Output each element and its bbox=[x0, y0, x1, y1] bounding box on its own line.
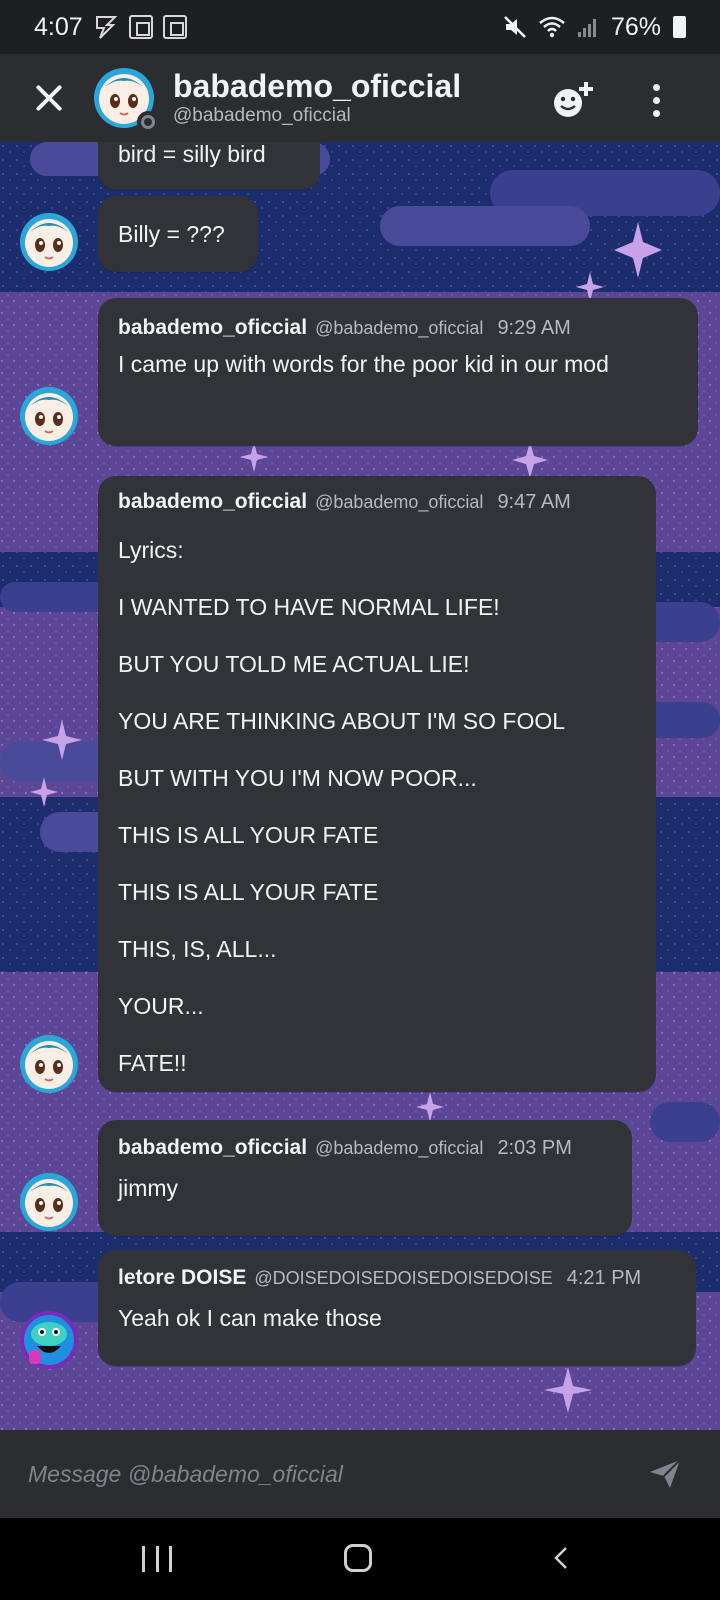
back-icon[interactable] bbox=[550, 1546, 574, 1570]
message-input[interactable]: Message @babademo_oficcial bbox=[28, 1461, 588, 1488]
message-list[interactable]: bird = silly bird Billy = ??? babademo_o… bbox=[0, 142, 720, 1430]
message-author[interactable]: babademo_oficcial bbox=[118, 316, 307, 340]
recent-apps-icon[interactable] bbox=[142, 1546, 172, 1572]
message-handle: @babademo_oficcial bbox=[315, 492, 484, 512]
message-timestamp: 9:29 AM bbox=[497, 317, 571, 339]
gallery-notification-icon bbox=[162, 15, 187, 39]
status-bar: 4:07 76% bbox=[0, 0, 720, 54]
battery-percent: 76% bbox=[610, 12, 661, 41]
lyric-line: THIS IS ALL YOUR FATE bbox=[118, 822, 379, 848]
message-text: I came up with words for the poor kid in… bbox=[118, 351, 609, 377]
battery-icon bbox=[673, 16, 686, 38]
lyric-line: Lyrics: bbox=[118, 537, 184, 563]
message-handle: @babademo_oficcial bbox=[315, 318, 484, 338]
message-bubble[interactable]: bird = silly bird bbox=[98, 142, 320, 190]
lyric-line: THIS IS ALL YOUR FATE bbox=[118, 879, 379, 905]
message-timestamp: 2:03 PM bbox=[497, 1137, 572, 1159]
avatar[interactable] bbox=[19, 1034, 79, 1094]
message-author[interactable]: babademo_oficcial bbox=[118, 490, 307, 514]
lyric-line: BUT WITH YOU I'M NOW POOR... bbox=[118, 765, 477, 791]
header-avatar[interactable] bbox=[93, 67, 159, 133]
avatar[interactable] bbox=[19, 212, 79, 272]
add-friend-icon[interactable] bbox=[548, 74, 598, 124]
lyric-line: FATE!! bbox=[118, 1050, 187, 1076]
status-time: 4:07 bbox=[34, 12, 83, 41]
wifi-icon bbox=[539, 16, 565, 38]
dm-handle: @babademo_oficcial bbox=[173, 105, 351, 126]
home-icon[interactable] bbox=[344, 1544, 372, 1572]
lyric-line: YOUR... bbox=[118, 993, 204, 1019]
more-vertical-icon[interactable] bbox=[636, 74, 676, 126]
send-icon[interactable] bbox=[646, 1454, 684, 1492]
message-bubble[interactable]: letore DOISE @DOISEDOISEDOISEDOISEDOISE … bbox=[98, 1250, 696, 1366]
message-handle: @babademo_oficcial bbox=[315, 1138, 484, 1158]
message-text: Billy = ??? bbox=[118, 221, 225, 247]
lyric-line: BUT YOU TOLD ME ACTUAL LIE! bbox=[118, 651, 470, 677]
presence-status-icon bbox=[137, 111, 159, 133]
message-author[interactable]: letore DOISE bbox=[118, 1266, 246, 1290]
message-bubble[interactable]: babademo_oficcial @babademo_oficcial 9:2… bbox=[98, 298, 698, 446]
lyric-line: THIS, IS, ALL... bbox=[118, 936, 277, 962]
charging-bolt-icon bbox=[95, 16, 118, 39]
message-composer: Message @babademo_oficcial bbox=[0, 1430, 720, 1518]
message-bubble[interactable]: babademo_oficcial @babademo_oficcial 2:0… bbox=[98, 1120, 632, 1236]
dm-username: babademo_oficcial bbox=[173, 68, 462, 104]
lyric-line: YOU ARE THINKING ABOUT I'M SO FOOL bbox=[118, 708, 566, 734]
message-timestamp: 9:47 AM bbox=[497, 491, 571, 513]
message-bubble[interactable]: Billy = ??? bbox=[98, 196, 258, 272]
avatar[interactable] bbox=[19, 386, 79, 446]
gallery-notification-icon bbox=[128, 15, 153, 39]
message-handle: @DOISEDOISEDOISEDOISEDOISE bbox=[254, 1268, 553, 1288]
avatar[interactable] bbox=[19, 1310, 79, 1370]
message-text: bird = silly bird bbox=[118, 142, 266, 167]
mute-icon bbox=[504, 16, 526, 38]
message-text: jimmy bbox=[118, 1175, 179, 1201]
close-icon[interactable] bbox=[25, 74, 73, 122]
signal-icon bbox=[577, 19, 596, 37]
message-timestamp: 4:21 PM bbox=[566, 1267, 642, 1289]
message-text: Yeah ok I can make those bbox=[118, 1305, 382, 1331]
avatar[interactable] bbox=[19, 1172, 79, 1232]
system-nav-bar bbox=[0, 1518, 720, 1600]
lyric-line: I WANTED TO HAVE NORMAL LIFE! bbox=[118, 594, 500, 620]
message-author[interactable]: babademo_oficcial bbox=[118, 1136, 307, 1160]
dm-header: babademo_oficcial @babademo_oficcial bbox=[0, 54, 720, 142]
message-bubble[interactable]: babademo_oficcial @babademo_oficcial 9:4… bbox=[98, 476, 656, 1092]
